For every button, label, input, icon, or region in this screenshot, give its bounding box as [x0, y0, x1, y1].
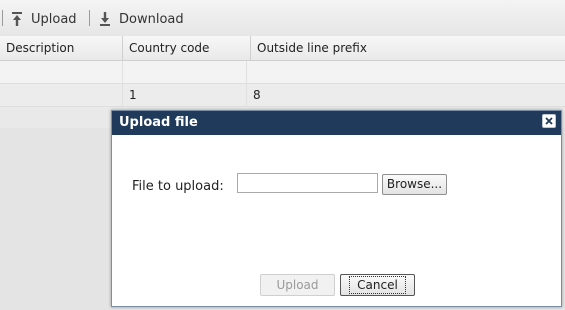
cancel-label: Cancel	[349, 276, 406, 294]
upload-file-dialog: Upload file File to upload: Browse... Up…	[111, 110, 562, 307]
column-header-description[interactable]: Description	[0, 36, 123, 60]
toolbar-separator	[2, 10, 3, 26]
download-toolbar-button[interactable]: Download	[99, 9, 184, 29]
cancel-button[interactable]: Cancel	[340, 274, 415, 296]
table-cell: 1	[123, 84, 247, 106]
browse-button[interactable]: Browse...	[382, 174, 447, 195]
file-path-input[interactable]	[237, 173, 378, 193]
upload-label: Upload	[31, 11, 77, 27]
grid-header: Description Country code Outside line pr…	[0, 36, 565, 61]
upload-button[interactable]: Upload	[260, 274, 335, 296]
table-cell	[0, 84, 123, 106]
close-icon[interactable]	[542, 114, 556, 128]
table-cell: 8	[253, 88, 261, 102]
column-header-country-code[interactable]: Country code	[123, 36, 251, 60]
dialog-title-bar: Upload file	[112, 111, 561, 135]
download-label: Download	[119, 11, 184, 27]
column-header-outside-line-prefix[interactable]: Outside line prefix	[251, 36, 565, 60]
dialog-title: Upload file	[119, 115, 198, 130]
table-cell	[0, 61, 123, 83]
download-icon	[99, 12, 111, 26]
table-row[interactable]: 1 8	[0, 84, 565, 107]
table-cell	[247, 61, 565, 83]
file-to-upload-label: File to upload:	[132, 179, 224, 194]
upload-icon	[11, 12, 23, 26]
table-row[interactable]	[0, 61, 565, 84]
toolbar: Upload Download	[0, 0, 565, 37]
table-cell	[123, 61, 247, 83]
toolbar-separator	[89, 10, 90, 26]
upload-toolbar-button[interactable]: Upload	[11, 9, 77, 29]
